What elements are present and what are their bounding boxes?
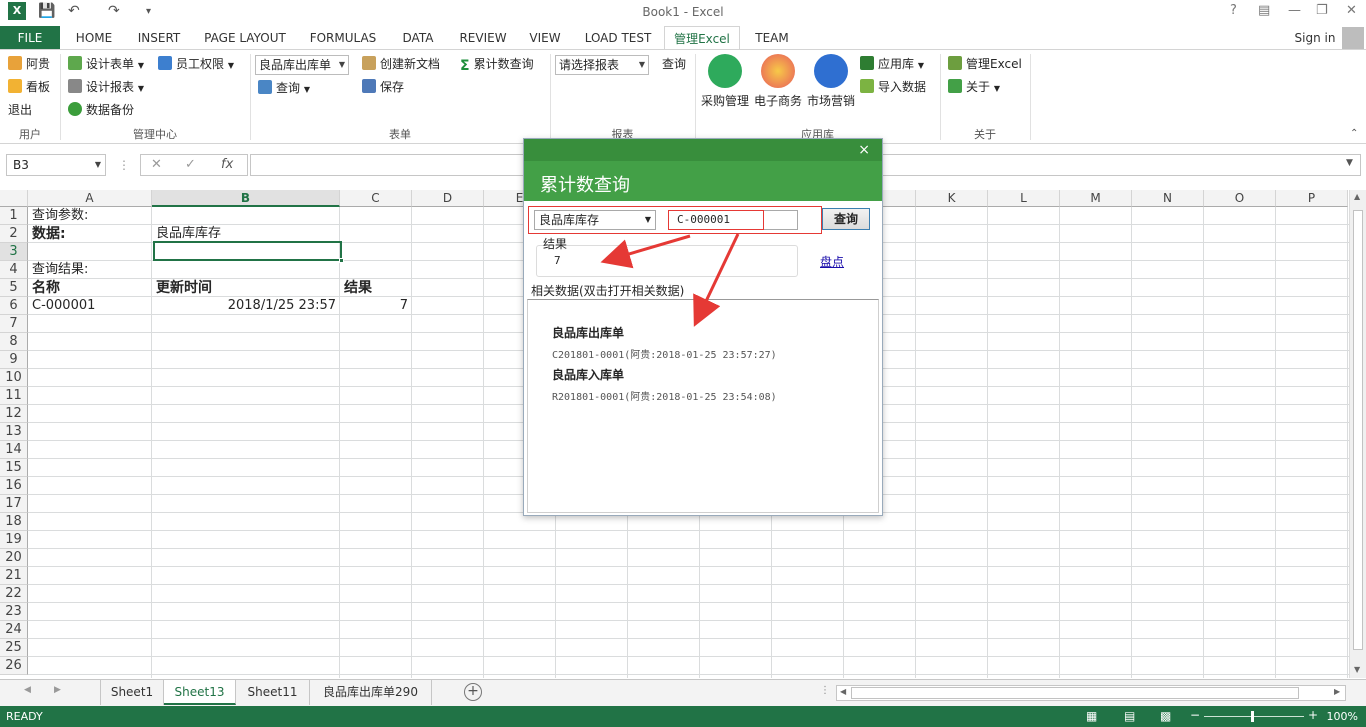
arrow-to-result	[600, 234, 691, 269]
arrow-to-related	[693, 233, 740, 327]
annotation-arrows	[600, 233, 740, 327]
